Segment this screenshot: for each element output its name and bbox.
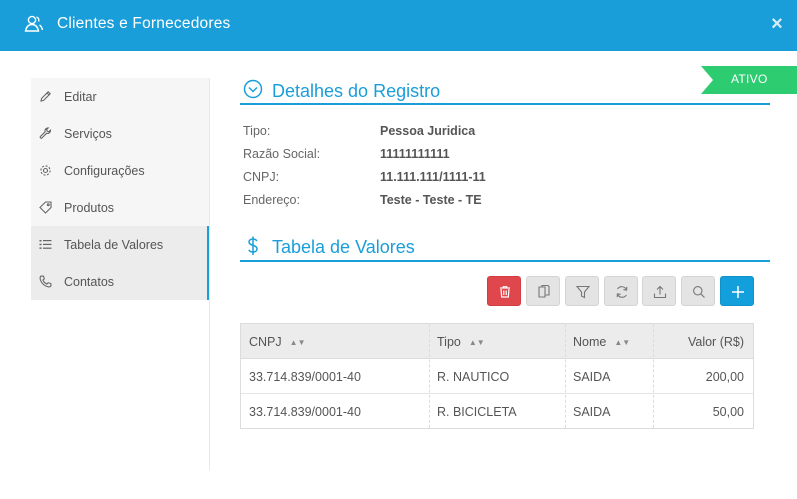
values-title: Tabela de Valores bbox=[272, 237, 415, 257]
details-divider bbox=[240, 103, 770, 105]
field-value-razao-social: 11111111111 bbox=[380, 147, 450, 161]
field-label-razao-social: Razão Social: bbox=[243, 147, 321, 161]
sidebar-item-contatos[interactable]: Contatos bbox=[31, 263, 209, 300]
sidebar-item-servicos[interactable]: Serviços bbox=[31, 115, 209, 152]
cell-nome: SAIDA bbox=[573, 370, 611, 384]
table-header: CNPJ ▲▼ Tipo ▲▼ Nome ▲▼ Valor (R$) bbox=[241, 324, 753, 359]
column-separator bbox=[653, 324, 654, 428]
table-row[interactable]: 33.714.839/0001-40 R. BICICLETA SAIDA 50… bbox=[241, 394, 753, 429]
chevron-circle-down-icon[interactable] bbox=[243, 79, 263, 99]
sidebar-item-editar[interactable]: Editar bbox=[31, 78, 209, 115]
sidebar: Editar Serviços Configurações Produtos T… bbox=[31, 78, 209, 300]
table-row[interactable]: 33.714.839/0001-40 R. NAUTICO SAIDA 200,… bbox=[241, 359, 753, 394]
column-separator bbox=[429, 324, 430, 428]
column-header-valor[interactable]: Valor (R$) bbox=[688, 335, 744, 349]
modal-header: Clientes e Fornecedores × bbox=[0, 0, 797, 51]
copy-icon bbox=[538, 284, 550, 298]
status-badge-label: ATIVO bbox=[731, 72, 768, 86]
details-title: Detalhes do Registro bbox=[272, 81, 441, 101]
values-divider bbox=[240, 260, 770, 262]
sidebar-divider bbox=[209, 78, 210, 470]
values-table: CNPJ ▲▼ Tipo ▲▼ Nome ▲▼ Valor (R$) 33.714.8… bbox=[240, 323, 754, 429]
field-label-endereco: Endereço: bbox=[243, 193, 300, 207]
sidebar-item-configuracoes[interactable]: Configurações bbox=[31, 152, 209, 189]
add-button[interactable] bbox=[720, 276, 754, 306]
column-header-tipo[interactable]: Tipo ▲▼ bbox=[437, 335, 485, 349]
cell-tipo: R. NAUTICO bbox=[437, 370, 510, 384]
dollar-icon bbox=[247, 236, 259, 256]
column-header-nome[interactable]: Nome ▲▼ bbox=[573, 335, 630, 349]
pencil-icon bbox=[39, 90, 52, 103]
sidebar-item-label: Tabela de Valores bbox=[64, 238, 164, 252]
refresh-button[interactable] bbox=[604, 276, 638, 306]
plus-icon bbox=[732, 286, 744, 298]
sidebar-item-tabela-valores[interactable]: Tabela de Valores bbox=[31, 226, 209, 263]
cell-cnpj: 33.714.839/0001-40 bbox=[249, 370, 361, 384]
close-icon[interactable]: × bbox=[768, 13, 786, 35]
users-icon bbox=[24, 14, 44, 34]
cell-cnpj: 33.714.839/0001-40 bbox=[249, 405, 361, 419]
field-value-tipo: Pessoa Juridica bbox=[380, 124, 476, 138]
sidebar-item-label: Produtos bbox=[64, 201, 115, 215]
sort-icon: ▲▼ bbox=[468, 338, 485, 347]
filter-button[interactable] bbox=[565, 276, 599, 306]
modal-title: Clientes e Fornecedores bbox=[57, 15, 231, 32]
delete-button[interactable] bbox=[487, 276, 521, 306]
sidebar-item-label: Serviços bbox=[64, 127, 112, 141]
cell-tipo: R. BICICLETA bbox=[437, 405, 517, 419]
field-label-tipo: Tipo: bbox=[243, 124, 271, 138]
sidebar-item-label: Editar bbox=[64, 90, 97, 104]
search-icon bbox=[693, 286, 705, 298]
sort-icon: ▲▼ bbox=[289, 338, 306, 347]
clientes-fornecedores-modal: Clientes e Fornecedores × Editar Serviço… bbox=[0, 0, 797, 499]
list-icon bbox=[39, 238, 52, 251]
wrench-icon bbox=[39, 127, 52, 140]
copy-button[interactable] bbox=[526, 276, 560, 306]
refresh-icon bbox=[616, 286, 628, 298]
cell-nome: SAIDA bbox=[573, 405, 611, 419]
sidebar-item-label: Contatos bbox=[64, 275, 115, 289]
gear-icon bbox=[39, 164, 52, 177]
column-separator bbox=[565, 324, 566, 428]
field-value-cnpj: 11.111.111/1111-11 bbox=[380, 170, 486, 184]
field-value-endereco: Teste - Teste - TE bbox=[380, 193, 482, 207]
column-header-cnpj[interactable]: CNPJ ▲▼ bbox=[249, 335, 306, 349]
upload-icon bbox=[653, 285, 667, 299]
sidebar-item-produtos[interactable]: Produtos bbox=[31, 189, 209, 226]
tag-icon bbox=[39, 201, 52, 214]
trash-icon bbox=[500, 286, 510, 298]
phone-icon bbox=[39, 275, 52, 288]
sort-icon: ▲▼ bbox=[614, 338, 631, 347]
field-label-cnpj: CNPJ: bbox=[243, 170, 280, 184]
filter-icon bbox=[575, 285, 591, 299]
export-button[interactable] bbox=[642, 276, 676, 306]
sidebar-item-label: Configurações bbox=[64, 164, 145, 178]
search-button[interactable] bbox=[681, 276, 715, 306]
cell-valor: 50,00 bbox=[712, 405, 744, 419]
status-badge: ATIVO bbox=[701, 66, 797, 94]
cell-valor: 200,00 bbox=[705, 370, 744, 384]
